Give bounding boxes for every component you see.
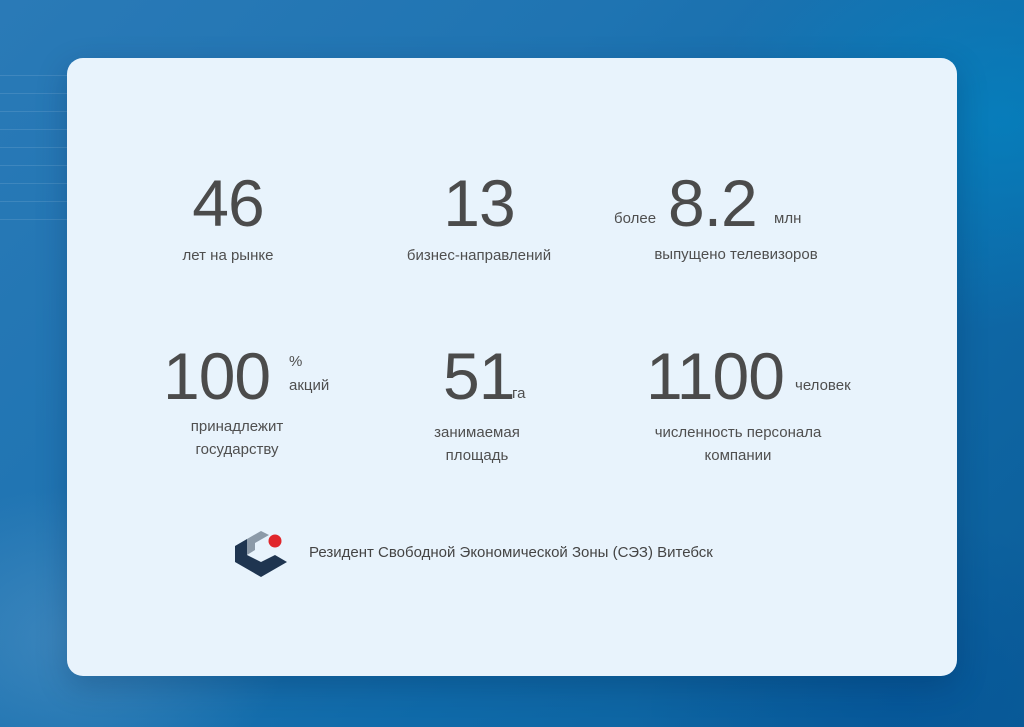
stat-shares-unit-top: % bbox=[289, 353, 303, 370]
stat-staff-value: 1100 bbox=[646, 339, 785, 413]
stat-shares-label-line2: государству bbox=[195, 441, 279, 458]
stat-tv: более 8.2 млн выпущено телевизоров bbox=[614, 170, 844, 280]
stat-area-label-line2: площадь bbox=[445, 447, 509, 464]
stat-shares-value: 100 bbox=[163, 339, 271, 413]
sez-vitebsk-logo-icon bbox=[235, 531, 287, 577]
stat-years-label: лет на рынке bbox=[182, 247, 274, 264]
stat-staff-label-line1: численность персонала bbox=[654, 424, 822, 441]
stat-years: 46 лет на рынке bbox=[163, 170, 293, 267]
sez-resident-text: Резидент Свободной Экономической Зоны (С… bbox=[309, 543, 713, 561]
stat-shares-label-line1: принадлежит bbox=[190, 418, 284, 435]
stats-card: 46 лет на рынке 13 бизнес-направлений бо… bbox=[67, 58, 957, 676]
stat-business-value: 13 bbox=[443, 166, 515, 240]
stat-tv-prefix: более bbox=[614, 210, 657, 227]
stat-tv-label: выпущено телевизоров bbox=[654, 246, 818, 263]
stat-tv-value: 8.2 bbox=[668, 166, 758, 240]
stat-staff-unit: человек bbox=[795, 377, 851, 394]
stat-area-label-line1: занимаемая bbox=[434, 424, 520, 441]
stat-staff: 1100 человек численность персонала компа… bbox=[642, 339, 882, 464]
stat-business-label: бизнес-направлений bbox=[406, 247, 552, 264]
stat-shares-unit-bottom: акций bbox=[289, 377, 330, 394]
sez-resident-footer: Резидент Свободной Экономической Зоны (С… bbox=[231, 526, 713, 578]
stat-years-value: 46 bbox=[192, 166, 264, 240]
stat-staff-label-line2: компании bbox=[704, 447, 772, 464]
stat-tv-unit: млн bbox=[774, 210, 802, 227]
stat-business: 13 бизнес-направлений bbox=[387, 170, 571, 267]
stat-area: 51 га занимаемая площадь bbox=[412, 339, 542, 464]
stat-shares: 100 % акций принадлежит государству bbox=[163, 343, 363, 463]
stat-area-unit: га bbox=[512, 385, 526, 402]
stat-area-value: 51 bbox=[443, 339, 515, 413]
